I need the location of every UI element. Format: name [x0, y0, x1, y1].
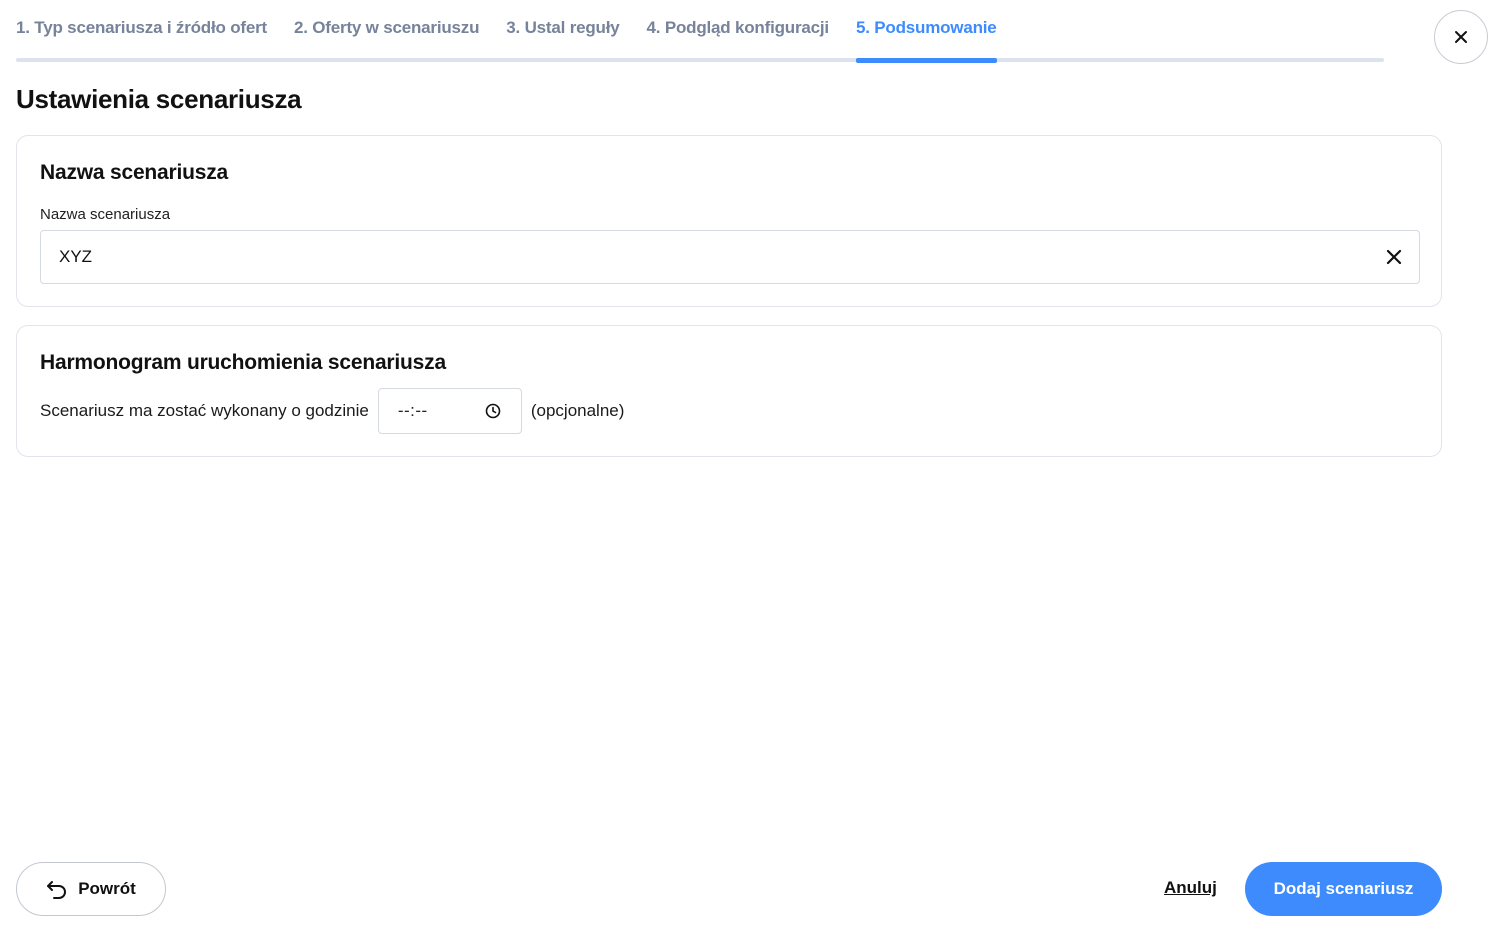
step-tab-5[interactable]: 5. Podsumowanie: [855, 0, 997, 63]
stepper-steps: 1. Typ scenariusza i źródło ofert 2. Ofe…: [16, 0, 1024, 63]
time-value: --:--: [397, 401, 428, 420]
step-tab-2[interactable]: 2. Oferty w scenariuszu: [294, 0, 480, 63]
scenario-name-label: Nazwa scenariusza: [40, 206, 171, 223]
schedule-row: Scenariusz ma zostać wykonany o godzinie…: [40, 388, 624, 434]
close-icon: [1455, 31, 1467, 43]
cancel-link[interactable]: Anuluj: [1164, 878, 1217, 898]
close-wizard-button[interactable]: [1434, 10, 1488, 64]
scenario-wizard-page: 1. Typ scenariusza i źródło ofert 2. Ofe…: [0, 0, 1504, 927]
step-tab-4[interactable]: 4. Podgląd konfiguracji: [647, 0, 830, 63]
back-button[interactable]: Powrót: [16, 862, 166, 916]
schedule-card: Harmonogram uruchomienia scenariusza Sce…: [16, 325, 1442, 457]
back-label: Powrót: [78, 879, 136, 898]
add-scenario-button[interactable]: Dodaj scenariusz: [1245, 862, 1442, 916]
scenario-name-input[interactable]: [41, 231, 1371, 283]
clear-input-button[interactable]: [1383, 246, 1405, 268]
step-tab-1[interactable]: 1. Typ scenariusza i źródło ofert: [16, 0, 267, 63]
schedule-label: Scenariusz ma zostać wykonany o godzinie: [40, 401, 369, 420]
step-tab-3[interactable]: 3. Ustal reguły: [506, 0, 619, 63]
close-icon: [1386, 249, 1402, 265]
time-input[interactable]: --:--: [377, 388, 522, 434]
page-title: Ustawienia scenariusza: [16, 84, 302, 114]
wizard-stepper: 1. Typ scenariusza i źródło ofert 2. Ofe…: [16, 0, 1384, 63]
undo-arrow-icon: [47, 881, 67, 899]
scenario-name-field: [40, 230, 1420, 284]
optional-label: (opcjonalne): [530, 401, 625, 420]
card-title: Harmonogram uruchomienia scenariusza: [40, 351, 446, 374]
scenario-name-card: Nazwa scenariusza Nazwa scenariusza: [16, 135, 1442, 307]
card-title: Nazwa scenariusza: [40, 161, 229, 184]
clock-icon[interactable]: [485, 403, 501, 419]
add-scenario-label: Dodaj scenariusz: [1273, 879, 1414, 898]
